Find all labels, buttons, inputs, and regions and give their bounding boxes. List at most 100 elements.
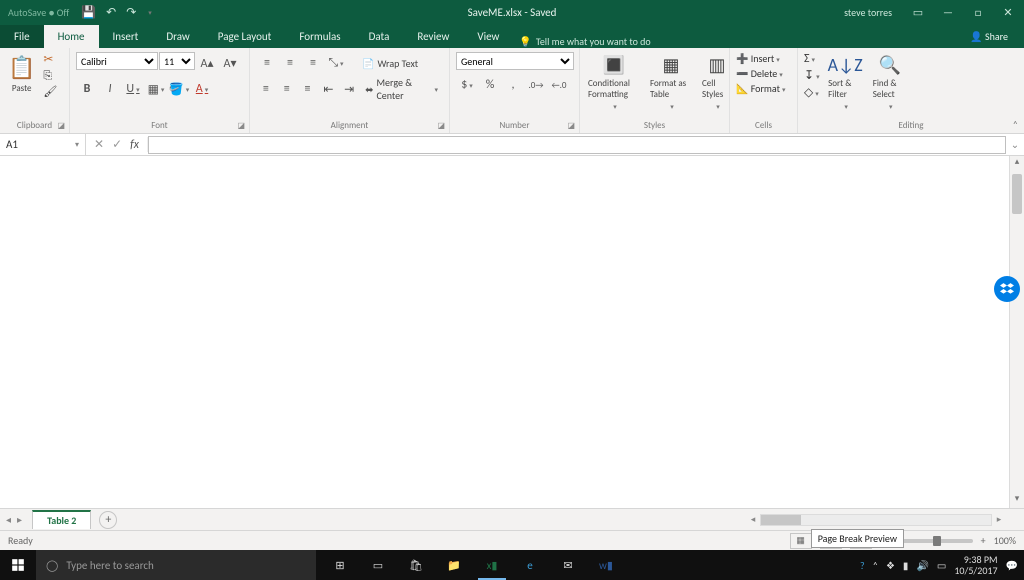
dropbox-tray-icon[interactable]: ❖ (886, 559, 895, 572)
tab-view[interactable]: View (463, 25, 513, 48)
qat-more-icon[interactable] (146, 5, 152, 19)
decrease-decimal-icon[interactable]: ←.0 (548, 74, 570, 96)
horizontal-scrollbar[interactable]: ◂ ▸ (746, 513, 1006, 527)
network-icon[interactable]: ▮ (903, 559, 909, 572)
insert-cells-button[interactable]: ➕ Insert (736, 52, 780, 65)
action-center-icon[interactable]: 💬 (1006, 559, 1018, 572)
tray-chevron-icon[interactable]: ˄ (873, 559, 878, 572)
sort-filter-button[interactable]: A↓ZSort & Filter (826, 52, 865, 113)
vertical-scrollbar[interactable]: ▴ ▾ (1009, 156, 1024, 508)
format-cells-button[interactable]: 📐 Format (736, 82, 786, 95)
cell-styles-button[interactable]: ▥Cell Styles (700, 52, 734, 113)
maximize-button[interactable]: □ (968, 6, 988, 19)
minimize-button[interactable]: — (938, 6, 958, 19)
redo-icon[interactable]: ↷ (126, 5, 136, 20)
tab-file[interactable]: File (0, 25, 44, 48)
borders-button[interactable]: ▦ (145, 78, 167, 100)
alignment-dialog-icon[interactable]: ◪ (437, 121, 445, 131)
decrease-font-icon[interactable]: A▾ (219, 52, 241, 74)
autosave-toggle[interactable]: AutoSave ● Off (8, 6, 69, 19)
wrap-text-button[interactable]: 📄Wrap Text (357, 52, 423, 74)
volume-icon[interactable]: 🔊 (916, 559, 928, 572)
start-button[interactable] (0, 558, 36, 572)
number-dialog-icon[interactable]: ◪ (567, 121, 575, 131)
collapse-ribbon-icon[interactable]: ˄ (1013, 118, 1018, 131)
cancel-formula-icon[interactable]: ✕ (94, 137, 104, 152)
tab-data[interactable]: Data (355, 25, 404, 48)
align-left-icon[interactable]: ≡ (256, 78, 276, 100)
bold-button[interactable]: B (76, 78, 98, 100)
scroll-right-icon[interactable]: ▸ (992, 514, 1006, 525)
paste-button[interactable]: 📋 Paste (6, 52, 37, 96)
tab-page-layout[interactable]: Page Layout (204, 25, 286, 48)
name-box[interactable]: A1▾ (0, 134, 86, 155)
tab-home[interactable]: Home (44, 25, 99, 48)
scroll-thumb[interactable] (1012, 174, 1022, 214)
align-top-icon[interactable]: ≡ (256, 52, 278, 74)
format-as-table-button[interactable]: ▦Format as Table (648, 52, 694, 113)
autosum-button[interactable]: Σ (804, 52, 820, 66)
fill-button[interactable]: ↧ (804, 68, 820, 83)
taskbar-clock[interactable]: 9:38 PM10/5/2017 (954, 554, 997, 576)
delete-cells-button[interactable]: ➖ Delete (736, 67, 783, 80)
align-middle-icon[interactable]: ≡ (279, 52, 301, 74)
copy-icon[interactable]: ⎘ (43, 69, 57, 83)
font-dialog-icon[interactable]: ◪ (237, 121, 245, 131)
enter-formula-icon[interactable]: ✓ (112, 137, 122, 152)
tab-insert[interactable]: Insert (99, 25, 153, 48)
sheet-nav-next-icon[interactable]: ▸ (17, 513, 22, 526)
scroll-down-icon[interactable]: ▾ (1010, 493, 1024, 508)
font-name-select[interactable]: Calibri (76, 52, 158, 70)
normal-view-button[interactable]: ▦ (790, 533, 812, 549)
expand-formula-bar-icon[interactable]: ⌄ (1006, 138, 1024, 151)
scroll-left-icon[interactable]: ◂ (746, 514, 760, 525)
tell-me-search[interactable]: 💡 Tell me what you want to do (519, 35, 650, 48)
save-icon[interactable]: 💾 (81, 5, 96, 20)
battery-icon[interactable]: ▭ (937, 559, 946, 572)
help-icon[interactable]: ? (860, 559, 865, 572)
user-name[interactable]: steve torres (844, 6, 892, 19)
accounting-format-icon[interactable]: $ (456, 74, 478, 96)
hscroll-thumb[interactable] (761, 515, 801, 525)
orientation-icon[interactable]: ⤡ (325, 52, 347, 74)
tab-review[interactable]: Review (403, 25, 463, 48)
sheet-nav-prev-icon[interactable]: ◂ (6, 513, 11, 526)
formula-input[interactable] (148, 136, 1006, 154)
cut-icon[interactable]: ✂ (43, 52, 57, 67)
clear-button[interactable]: ◇ (804, 85, 820, 100)
scroll-up-icon[interactable]: ▴ (1010, 156, 1024, 171)
increase-indent-icon[interactable]: ⇥ (339, 78, 359, 100)
number-format-select[interactable]: General (456, 52, 574, 70)
align-center-icon[interactable]: ≡ (277, 78, 297, 100)
comma-format-icon[interactable]: , (502, 74, 524, 96)
find-select-button[interactable]: 🔍Find & Select (871, 52, 909, 113)
tab-draw[interactable]: Draw (152, 25, 203, 48)
align-right-icon[interactable]: ≡ (298, 78, 318, 100)
decrease-indent-icon[interactable]: ⇤ (318, 78, 338, 100)
font-color-button[interactable]: A (191, 78, 213, 100)
sheet-tab-table2[interactable]: Table 2 (32, 510, 91, 529)
share-button[interactable]: 👤 Share (966, 25, 1012, 48)
fill-color-button[interactable]: 🪣 (168, 78, 190, 100)
align-bottom-icon[interactable]: ≡ (302, 52, 324, 74)
font-size-select[interactable]: 11 (159, 52, 195, 70)
conditional-formatting-button[interactable]: 🔳Conditional Formatting (586, 52, 642, 113)
percent-format-icon[interactable]: % (479, 74, 501, 96)
zoom-in-button[interactable]: + (981, 534, 986, 547)
italic-button[interactable]: I (99, 78, 121, 100)
merge-center-button[interactable]: ⬌ Merge & Center (360, 78, 443, 100)
dropbox-badge-icon[interactable] (994, 276, 1020, 302)
zoom-level[interactable]: 100% (994, 534, 1016, 547)
undo-icon[interactable]: ↶ (106, 5, 116, 20)
fx-icon[interactable]: fx (130, 138, 139, 152)
close-button[interactable]: ✕ (998, 6, 1018, 19)
zoom-slider[interactable] (893, 539, 973, 543)
format-painter-icon[interactable]: 🖌 (43, 85, 57, 98)
ribbon-options-icon[interactable]: ▭ (908, 6, 928, 19)
increase-font-icon[interactable]: A▴ (196, 52, 218, 74)
underline-button[interactable]: U (122, 78, 144, 100)
clipboard-dialog-icon[interactable]: ◪ (57, 121, 65, 131)
new-sheet-button[interactable]: + (99, 511, 117, 529)
increase-decimal-icon[interactable]: .0→ (525, 74, 547, 96)
tab-formulas[interactable]: Formulas (285, 25, 354, 48)
